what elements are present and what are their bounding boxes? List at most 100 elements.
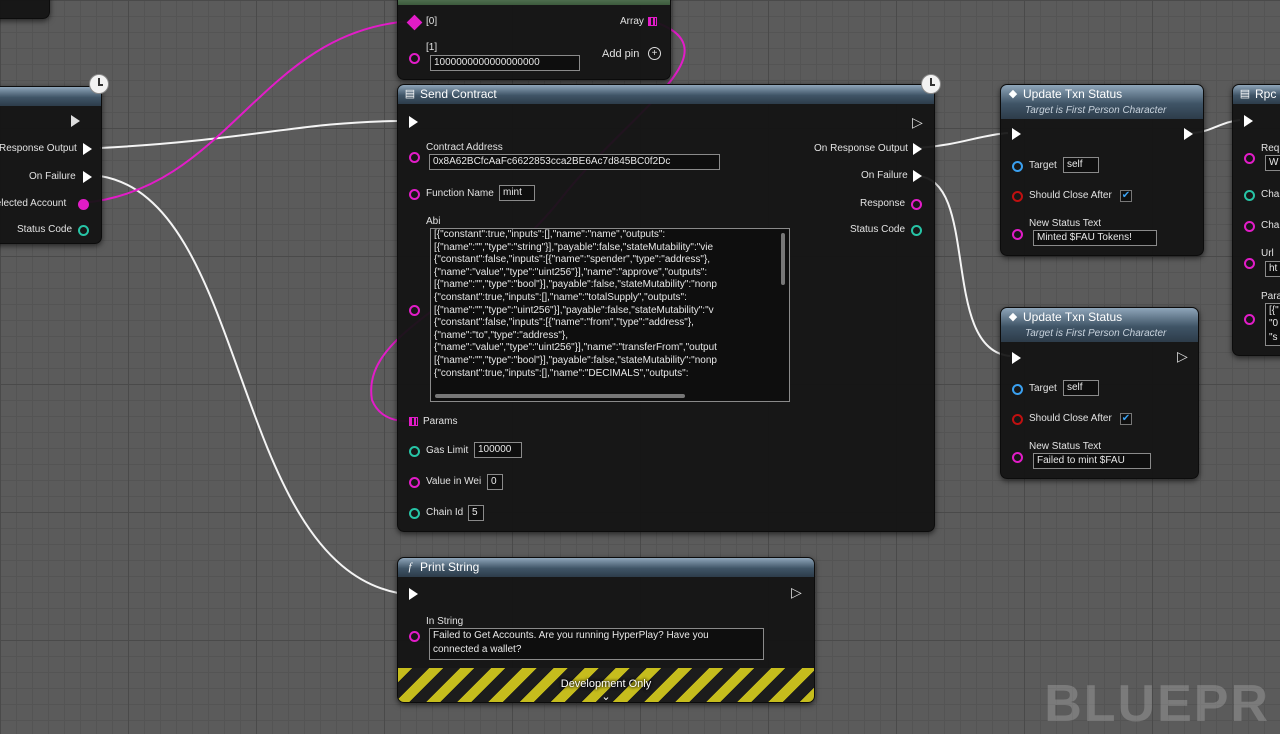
rpc-pin-2[interactable]	[1244, 221, 1255, 232]
contract-address-pin[interactable]	[409, 152, 420, 163]
contract-address-input[interactable]: 0x8A62BCfcAaFc6622853cca2BE6Ac7d845BC0f2…	[429, 154, 720, 170]
abi-textarea[interactable]: [{"constant":true,"inputs":[],"name":"na…	[430, 228, 790, 402]
update1-target-input[interactable]: self	[1063, 157, 1099, 173]
abi-vertical-scrollbar[interactable]	[781, 233, 785, 285]
chevron-down-icon[interactable]: ⌄	[398, 690, 814, 702]
function-name-input[interactable]: mint	[499, 185, 535, 201]
rpc-label-2: Cha	[1261, 220, 1280, 231]
rpc-label-1: Cha	[1261, 189, 1280, 200]
rpc-field-0[interactable]: W	[1265, 155, 1280, 171]
update1-target-pin[interactable]	[1012, 161, 1023, 172]
selected-account-pin[interactable]	[78, 199, 89, 210]
on-response-output-pin[interactable]	[913, 143, 922, 155]
rpc-field-4[interactable]: "s	[1265, 331, 1280, 346]
update1-new-status-pin[interactable]	[1012, 229, 1023, 240]
rpc-pin-4[interactable]	[1244, 314, 1255, 325]
update2-exec-out[interactable]: ▷	[1177, 348, 1188, 365]
rpc-title: Rpc	[1255, 87, 1277, 101]
response-pin[interactable]	[911, 199, 922, 210]
abi-label: Abi	[426, 216, 441, 227]
print-string-header: f Print String	[398, 558, 814, 577]
update-txn-status-1-subtitle: Target is First Person Character	[1025, 105, 1167, 116]
rpc-field-1[interactable]: ht	[1265, 261, 1280, 277]
function-name-label: Function Name	[426, 188, 494, 199]
update2-should-close-pin[interactable]	[1012, 414, 1023, 425]
in-string-input[interactable]: Failed to Get Accounts. Are you running …	[429, 628, 764, 660]
abi-line: {"constant":false,"inputs":[{"name":"fro…	[434, 317, 694, 329]
update-txn-status-node-1[interactable]: ◆ Update Txn Status Target is First Pers…	[1000, 84, 1204, 256]
update1-should-close-pin[interactable]	[1012, 191, 1023, 202]
gas-limit-pin[interactable]	[409, 446, 420, 457]
top-left-node-fragment[interactable]	[0, 0, 50, 19]
function-icon: ▤	[1239, 88, 1251, 100]
abi-line: {"name":"value","type":"uint256"}],"name…	[434, 342, 717, 354]
rpc-pin-1[interactable]	[1244, 190, 1255, 201]
send-contract-exec-in[interactable]	[409, 116, 418, 128]
update2-target-input[interactable]: self	[1063, 380, 1099, 396]
update2-exec-in[interactable]	[1012, 352, 1021, 364]
print-string-exec-out[interactable]: ▷	[791, 584, 802, 601]
update2-target-pin[interactable]	[1012, 384, 1023, 395]
on-failure-out-pin[interactable]	[913, 170, 922, 182]
value-in-wei-input[interactable]: 0	[487, 474, 503, 490]
add-pin-icon[interactable]: +	[648, 47, 661, 60]
make-array-header	[398, 0, 670, 5]
abi-line: [{"name":"","type":"uint256"}],"payable"…	[434, 304, 714, 316]
array-element-1-input[interactable]: 1000000000000000000	[430, 55, 580, 71]
update2-new-status-input[interactable]: Failed to mint $FAU	[1033, 453, 1151, 469]
update1-exec-in[interactable]	[1012, 128, 1021, 140]
in-string-line-1: Failed to Get Accounts. Are you running …	[433, 630, 709, 641]
wallet-accounts-node[interactable]: Response Output On Failure Selected Acco…	[0, 86, 102, 244]
array-grid-icon[interactable]	[648, 17, 657, 26]
abi-line: {"constant":true,"inputs":[],"name":"DEC…	[434, 367, 689, 379]
exec-out-pin[interactable]	[71, 115, 80, 127]
rpc-exec-in[interactable]	[1244, 115, 1253, 127]
in-string-pin[interactable]	[409, 631, 420, 642]
value-in-wei-pin[interactable]	[409, 477, 420, 488]
update1-should-close-label: Should Close After	[1029, 190, 1112, 201]
function-name-pin[interactable]	[409, 189, 420, 200]
send-contract-node[interactable]: ▤ Send Contract ▷ Contract Address 0x8A6…	[397, 84, 935, 532]
rpc-label-3: Url	[1261, 248, 1274, 259]
rpc-label-0: Req	[1261, 143, 1280, 154]
chain-id-label: Chain Id	[426, 507, 464, 518]
response-output-pin[interactable]	[83, 143, 92, 155]
update-txn-status-1-title: Update Txn Status	[1023, 87, 1123, 101]
print-string-node[interactable]: f Print String ▷ In String Failed to Get…	[397, 557, 815, 703]
update1-exec-out[interactable]	[1184, 128, 1193, 140]
update1-should-close-checkbox[interactable]: ✔	[1120, 190, 1132, 202]
gas-limit-input[interactable]: 100000	[474, 442, 522, 458]
update2-should-close-checkbox[interactable]: ✔	[1120, 413, 1132, 425]
chain-id-pin[interactable]	[409, 508, 420, 519]
rpc-field-3[interactable]: "0	[1265, 317, 1280, 332]
send-contract-title: Send Contract	[420, 87, 497, 101]
abi-pin[interactable]	[409, 305, 420, 316]
add-pin-label[interactable]: Add pin	[602, 48, 639, 60]
array-element-0-pin[interactable]	[406, 14, 423, 31]
on-failure-pin[interactable]	[83, 171, 92, 183]
update1-new-status-input[interactable]: Minted $FAU Tokens!	[1033, 230, 1157, 246]
status-code-label: Status Code	[17, 224, 73, 235]
rpc-pin-3[interactable]	[1244, 258, 1255, 269]
chain-id-input[interactable]: 5	[468, 505, 484, 521]
status-code-pin[interactable]	[78, 225, 89, 236]
update1-new-status-label: New Status Text	[1029, 218, 1102, 229]
wire-failure-to-print	[99, 175, 399, 594]
on-failure-label: On Failure	[29, 171, 76, 182]
development-only-label: Development Only	[560, 678, 652, 690]
abi-lines: [{"constant":true,"inputs":[],"name":"na…	[431, 229, 789, 380]
function-icon: ▤	[404, 88, 416, 100]
status-code-out-pin[interactable]	[911, 225, 922, 236]
rpc-pin-0[interactable]	[1244, 153, 1255, 164]
array-element-1-pin[interactable]	[409, 53, 420, 64]
abi-horizontal-scrollbar[interactable]	[435, 394, 685, 398]
make-array-node[interactable]: [0] Array [1] 1000000000000000000 Add pi…	[397, 0, 671, 80]
wire-response-to-send	[99, 120, 399, 149]
update-txn-status-2-subtitle: Target is First Person Character	[1025, 328, 1167, 339]
update-txn-status-node-2[interactable]: ◆ Update Txn Status Target is First Pers…	[1000, 307, 1199, 479]
print-string-exec-in[interactable]	[409, 588, 418, 600]
params-pin[interactable]	[409, 417, 418, 426]
update2-new-status-pin[interactable]	[1012, 452, 1023, 463]
blueprint-graph-canvas[interactable]: Response Output On Failure Selected Acco…	[0, 0, 1280, 733]
rpc-node[interactable]: ▤ Rpc Req W Cha Cha Url ht Para [{" "0 "…	[1232, 84, 1280, 356]
